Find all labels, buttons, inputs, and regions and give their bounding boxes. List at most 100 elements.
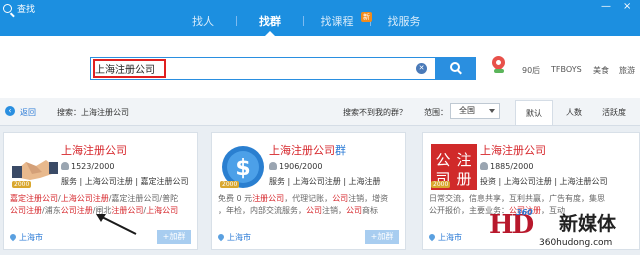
- group-title-suffix: 群: [335, 144, 346, 157]
- member-count-text: 1885/2000: [490, 162, 534, 171]
- tab-find-groups[interactable]: 找群: [237, 13, 303, 36]
- hot-search-item[interactable]: 旅游: [619, 65, 635, 76]
- search-icon: [3, 4, 12, 13]
- location-icon: [216, 232, 226, 242]
- description-text: 日常交流，信息共享，互利共赢，广告有度，集思: [429, 194, 605, 203]
- group-tags: 服务 | 上海公司注册 | 上海注册: [269, 177, 381, 186]
- search-input[interactable]: [95, 61, 405, 76]
- hot-search-item[interactable]: 美食: [593, 65, 609, 76]
- sort-tab-default[interactable]: 默认: [515, 100, 553, 125]
- description-line: 嘉定注册公司/上海公司注册/嘉定注册公司/普陀: [10, 193, 195, 205]
- filter-bar: ‹ 返回 搜索：上海注册公司 搜索不到我的群？ 范围： 全国 默认 人数 活跃度: [0, 98, 640, 126]
- group-title-text: 上海注册公司: [269, 144, 335, 157]
- hot-search-item[interactable]: TFBOYS: [551, 65, 582, 74]
- search-panel: ✕ 90后 TFBOYS 美食 旅游: [0, 36, 640, 99]
- svg-text:$: $: [235, 156, 250, 181]
- clear-icon[interactable]: ✕: [416, 63, 427, 74]
- minimize-button[interactable]: —: [601, 1, 611, 12]
- group-card[interactable]: 2000 上海注册公司 1523/2000 服务 | 上海公司注册 | 嘉定注册…: [3, 132, 198, 250]
- join-group-button[interactable]: +加群: [365, 230, 399, 244]
- main-tabs: 找人 找群 找课程新 找服务: [170, 12, 437, 36]
- member-count: 1523/2000: [61, 162, 114, 171]
- title-bar: 查找 — × 找人 找群 找课程新 找服务: [0, 0, 640, 36]
- description-text: 注销，: [322, 206, 346, 215]
- range-label: 范围：: [424, 108, 448, 117]
- group-title-text: 上海注册公司: [480, 144, 546, 157]
- level-badge: 2000: [431, 181, 451, 188]
- group-city[interactable]: 上海市: [19, 232, 43, 243]
- description-line: 免费 0 元注册公司，代理记账，公司注销，增资: [218, 193, 403, 205]
- svg-text:注: 注: [456, 151, 471, 169]
- group-tags: 服务 | 上海公司注册 | 嘉定注册公司: [61, 177, 189, 186]
- description-line: ，年检，内部交流服务，公司注销，公司商标: [218, 205, 403, 217]
- window-title: 查找: [17, 5, 36, 15]
- people-icon: [480, 162, 488, 170]
- keyword-highlight: 公司注册: [10, 206, 42, 215]
- level-badge: 2000: [220, 181, 240, 188]
- keyword-highlight: 嘉定注册公司: [10, 194, 58, 203]
- description-line: 公司注册/浦东公司注册/闸北注册公司/上海公司: [10, 205, 195, 217]
- tab-find-services[interactable]: 找服务: [371, 13, 437, 36]
- description-line: 日常交流，信息共享，互利共赢，广告有度，集思: [429, 193, 614, 205]
- level-badge: 2000: [12, 181, 32, 188]
- description-text: /闸北: [92, 206, 112, 215]
- description-text: 注销，增资: [348, 194, 389, 203]
- watermark-url: 360hudong.com: [539, 238, 613, 248]
- group-description: 嘉定注册公司/上海公司注册/嘉定注册公司/普陀 公司注册/浦东公司注册/闸北注册公…: [10, 193, 195, 217]
- keyword-highlight: 公司: [346, 206, 362, 215]
- group-tags: 投资 | 上海公司注册 | 上海注册公司: [480, 177, 608, 186]
- keyword-highlight: 上海公司注册: [60, 194, 109, 203]
- watermark-site-name: 新媒体: [559, 213, 617, 235]
- range-value: 全国: [459, 106, 475, 115]
- people-icon: [61, 162, 69, 170]
- sort-tab-members[interactable]: 人数: [555, 100, 593, 125]
- group-card[interactable]: $ 2000 上海注册公司群 1906/2000 服务 | 上海公司注册 | 上…: [211, 132, 406, 250]
- back-link[interactable]: 返回: [20, 107, 36, 118]
- tab-find-courses[interactable]: 找课程新: [304, 12, 372, 36]
- keyword-highlight: 公司: [306, 206, 322, 215]
- watermark-logo: HD 360 新媒体 360hudong.com: [489, 207, 640, 255]
- search-box: ✕: [90, 57, 436, 80]
- description-text: ，年检，内部交流服务，: [218, 206, 306, 215]
- not-found-link[interactable]: 搜索不到我的群？: [343, 107, 407, 118]
- group-city[interactable]: 上海市: [438, 232, 462, 243]
- close-button[interactable]: ×: [623, 1, 631, 12]
- chevron-down-icon: [489, 109, 495, 113]
- group-title[interactable]: 上海注册公司群: [269, 142, 346, 158]
- keyword-highlight: 公司: [332, 194, 349, 203]
- description-text: /浦东: [42, 206, 61, 215]
- range-select[interactable]: 全国: [450, 103, 500, 119]
- keyword-highlight: 注册公司: [111, 206, 144, 215]
- location-icon: [427, 232, 437, 242]
- group-title[interactable]: 上海注册公司: [61, 142, 127, 158]
- keyword-highlight: 注册公司: [252, 194, 285, 203]
- back-arrow-icon[interactable]: ‹: [5, 106, 15, 116]
- description-text: /嘉定注册公司/普陀: [108, 194, 179, 203]
- member-count: 1885/2000: [480, 162, 533, 171]
- join-group-button[interactable]: +加群: [157, 230, 191, 244]
- search-icon: [450, 62, 460, 72]
- search-button[interactable]: [436, 57, 476, 80]
- search-summary: 搜索：上海注册公司: [57, 108, 129, 117]
- keyword-highlight: 上海公司: [146, 206, 179, 215]
- keyword-highlight: 公司注册: [60, 206, 93, 215]
- description-text: ，代理记账，: [284, 194, 333, 203]
- tab-find-courses-label: 找课程: [320, 15, 354, 28]
- location-icon: [8, 232, 18, 242]
- group-city[interactable]: 上海市: [227, 232, 251, 243]
- member-count: 1906/2000: [269, 162, 322, 171]
- hot-search-item[interactable]: 90后: [522, 65, 540, 76]
- description-text: 免费 0 元: [218, 194, 253, 203]
- group-title-text: 上海注册公司: [61, 144, 127, 157]
- watermark-360: 360: [516, 208, 533, 217]
- location-pin-base: [494, 69, 504, 73]
- group-title[interactable]: 上海注册公司: [480, 142, 546, 158]
- people-icon: [269, 162, 277, 170]
- group-description: 免费 0 元注册公司，代理记账，公司注销，增资 ，年检，内部交流服务，公司注销，公…: [218, 193, 403, 217]
- svg-text:公: 公: [435, 151, 450, 169]
- tab-find-people[interactable]: 找人: [170, 13, 236, 36]
- description-text: 商标: [362, 206, 378, 215]
- sort-tab-activity[interactable]: 活跃度: [595, 100, 633, 125]
- member-count-text: 1523/2000: [71, 162, 115, 171]
- member-count-text: 1906/2000: [279, 162, 323, 171]
